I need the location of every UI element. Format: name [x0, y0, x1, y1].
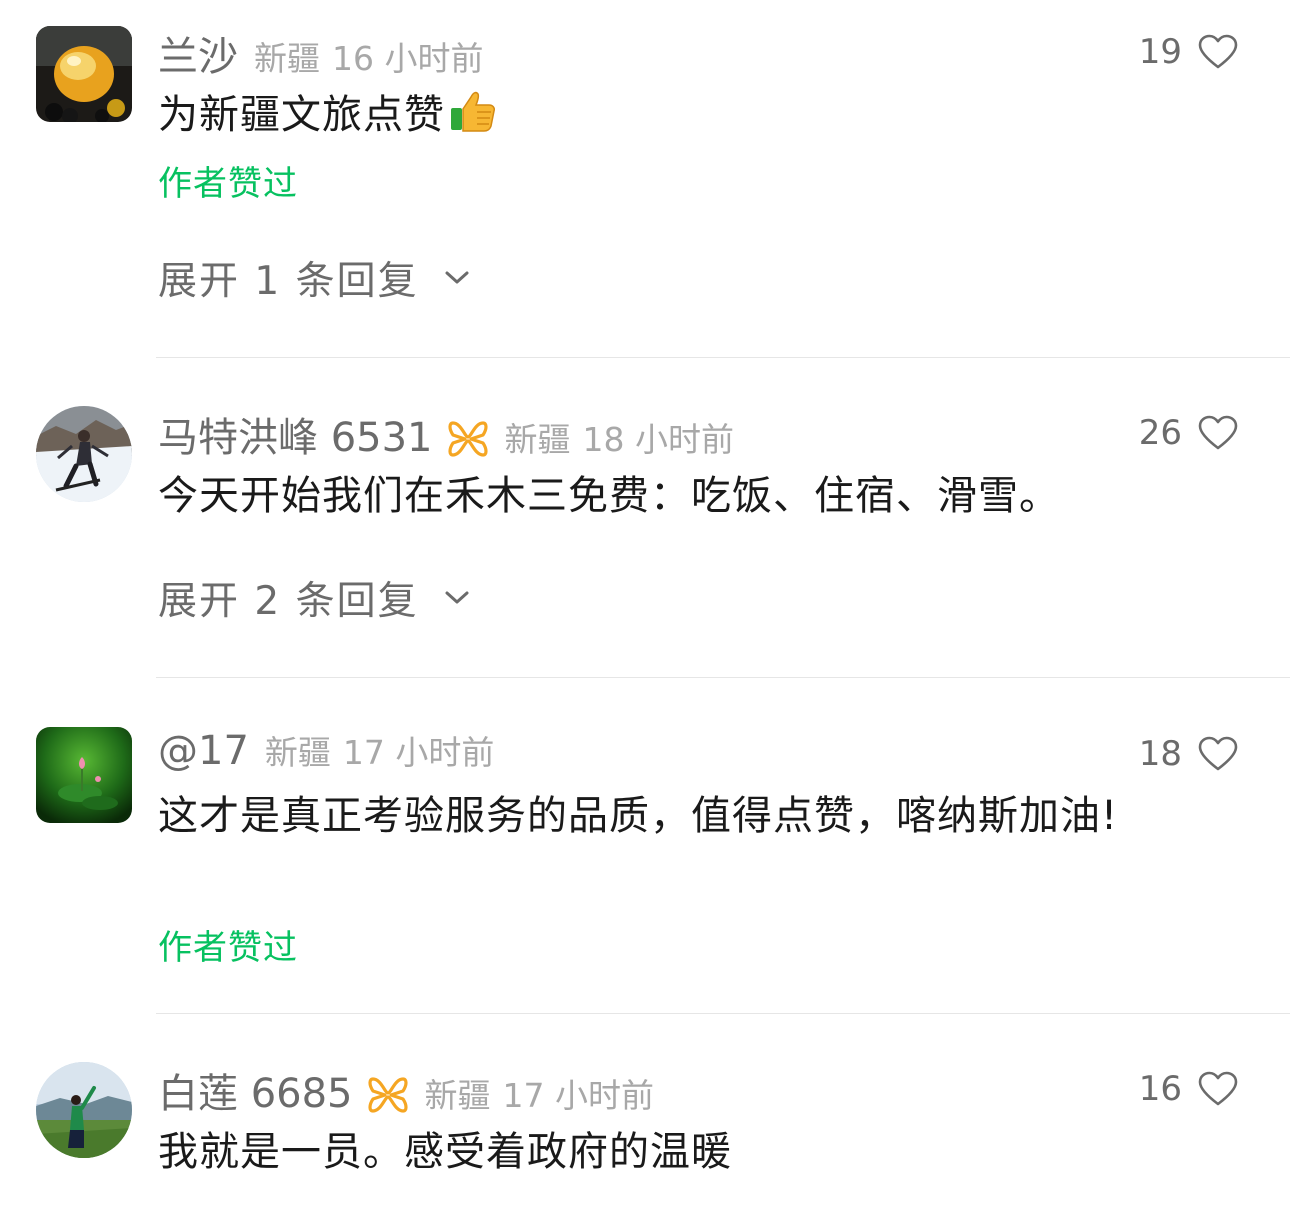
region-label: 新疆	[424, 1076, 491, 1115]
avatar-lotus-image	[36, 727, 132, 823]
like-button[interactable]: 16	[1139, 1061, 1238, 1117]
username[interactable]: 兰沙	[158, 24, 238, 82]
avatar-landscape-person-image	[36, 1062, 132, 1158]
avatar[interactable]	[36, 1062, 132, 1158]
like-count: 16	[1138, 1069, 1182, 1109]
avatar[interactable]	[36, 727, 132, 823]
comment-meta: @17 新疆 17 小时前	[158, 726, 494, 782]
region-label: 新疆	[504, 420, 571, 459]
expand-replies-button[interactable]: 展开 1 条回复	[158, 250, 471, 306]
like-count: 19	[1138, 32, 1182, 72]
like-button[interactable]: 26	[1139, 405, 1238, 461]
expand-replies-label: 展开 1 条回复	[158, 259, 419, 304]
comment-meta: 马特洪峰 6531 新疆 18 小时前	[158, 405, 734, 461]
avatar-amber-stone-image	[36, 26, 132, 122]
heart-icon[interactable]	[1198, 415, 1238, 451]
heart-icon[interactable]	[1198, 34, 1238, 70]
chevron-down-icon	[445, 591, 469, 604]
comment-text-body: 为新疆文旅点赞	[158, 92, 445, 138]
heart-icon[interactable]	[1198, 736, 1238, 772]
author-liked-label: 作者赞过	[158, 928, 298, 968]
comment-meta: 白莲 6685 新疆 17 小时前	[158, 1061, 654, 1117]
username[interactable]: 白莲 6685	[158, 1061, 353, 1119]
orange-ribbon-badge-icon	[367, 1073, 409, 1113]
comment-text: 这才是真正考验服务的品质，值得点赞，喀纳斯加油!	[158, 793, 1119, 839]
like-button[interactable]: 18	[1139, 726, 1238, 782]
comment-text: 今天开始我们在禾木三免费：吃饭、住宿、滑雪。	[158, 473, 1060, 519]
like-count: 26	[1138, 413, 1182, 453]
avatar[interactable]	[36, 406, 132, 502]
expand-replies-label: 展开 2 条回复	[158, 579, 419, 624]
divider	[156, 1013, 1290, 1014]
expand-replies-button[interactable]: 展开 2 条回复	[158, 570, 471, 626]
region-label: 新疆	[264, 733, 331, 772]
comment-meta: 兰沙 新疆 16 小时前	[158, 24, 483, 80]
comment-text: 我就是一员。感受着政府的温暖	[158, 1129, 732, 1175]
timestamp: 17 小时前	[502, 1076, 654, 1115]
username[interactable]: @17	[158, 728, 249, 774]
timestamp: 18 小时前	[582, 420, 734, 459]
thumbs-up-icon	[451, 91, 495, 132]
avatar[interactable]	[36, 26, 132, 122]
like-count: 18	[1138, 734, 1182, 774]
like-button[interactable]: 19	[1139, 24, 1238, 80]
divider	[156, 357, 1290, 358]
author-liked-label: 作者赞过	[158, 164, 298, 204]
orange-ribbon-badge-icon	[447, 417, 489, 457]
divider	[156, 677, 1290, 678]
comment-text: 为新疆文旅点赞	[158, 84, 1198, 146]
timestamp: 17 小时前	[342, 733, 495, 772]
username[interactable]: 马特洪峰 6531	[158, 405, 433, 463]
avatar-skier-image	[36, 406, 132, 502]
heart-icon[interactable]	[1198, 1071, 1238, 1107]
region-label: 新疆	[254, 39, 320, 78]
timestamp: 16 小时前	[332, 39, 484, 78]
chevron-down-icon	[445, 271, 469, 284]
